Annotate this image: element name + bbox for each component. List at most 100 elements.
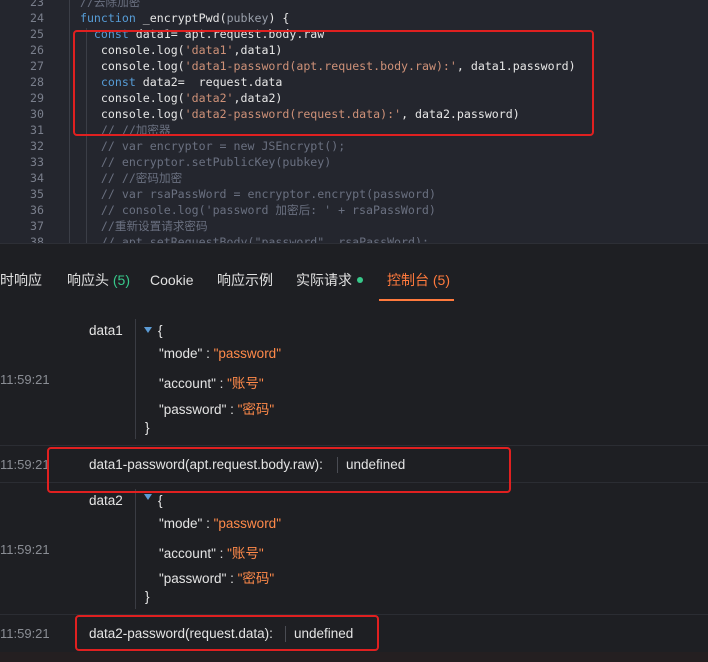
entry-separator — [0, 445, 708, 446]
property-value: "password" — [213, 346, 281, 361]
line-number: 38 — [30, 235, 44, 243]
tab-console[interactable]: 控制台 (5) — [387, 244, 450, 302]
property-key: "account" — [159, 376, 216, 391]
log-timestamp: 11:59:21 — [0, 372, 50, 387]
property-key: "mode" — [159, 516, 203, 531]
code-text: function _encryptPwd(pubkey) { — [66, 10, 289, 26]
collapse-toggle-icon[interactable] — [144, 494, 152, 500]
status-dot-icon — [357, 277, 363, 284]
annotation-highlight-box — [47, 447, 511, 493]
tab-response-headers[interactable]: 响应头 (5) — [67, 244, 130, 302]
line-number: 31 — [30, 123, 44, 137]
code-line[interactable]: 24 function _encryptPwd(pubkey) { — [0, 10, 708, 26]
object-open-brace: { — [158, 323, 163, 338]
column-divider — [135, 319, 136, 439]
object-property: "mode" : "password" — [159, 346, 281, 361]
property-value: "账号" — [227, 376, 264, 391]
tab-realtime-response[interactable]: 时响应 — [0, 244, 42, 302]
log-label: data2 — [89, 493, 123, 508]
property-key: "account" — [159, 546, 216, 561]
line-number: 28 — [30, 75, 44, 89]
code-line[interactable]: 37 //重新设置请求密码 — [0, 218, 708, 234]
object-close-brace: } — [145, 420, 150, 435]
object-property: "account" : "账号" — [159, 372, 264, 392]
tab-label: 实际请求 — [296, 272, 352, 288]
property-key: "password" — [159, 571, 227, 586]
column-divider — [135, 489, 136, 609]
code-token: _encryptPwd( — [135, 11, 227, 25]
tab-count-badge: (5) — [112, 272, 131, 288]
code-token: // var encryptor = new JSEncrypt(); — [66, 139, 346, 153]
property-separator: : — [202, 516, 214, 531]
line-number: 35 — [30, 187, 44, 201]
code-line[interactable]: 38 // apt.setRequestBody("password", rsa… — [0, 234, 708, 243]
object-property: "password" : "密码" — [159, 567, 274, 587]
code-line[interactable]: 23 //去除加密 — [0, 0, 708, 10]
log-timestamp: 11:59:21 — [0, 626, 50, 641]
code-text: //重新设置请求密码 — [66, 218, 208, 234]
object-close-brace: } — [145, 589, 150, 604]
log-timestamp: 11:59:21 — [0, 542, 50, 557]
tab-label: 响应示例 — [217, 272, 273, 288]
code-token: // apt.setRequestBody("password", rsaPas… — [66, 235, 429, 243]
property-key: "mode" — [159, 346, 203, 361]
code-token: pubkey — [226, 11, 269, 25]
object-property: "mode" : "password" — [159, 516, 281, 531]
line-number: 33 — [30, 155, 44, 169]
log-timestamp: 11:59:21 — [0, 457, 50, 472]
code-line[interactable]: 36 // console.log('password 加密后: ' + rsa… — [0, 202, 708, 218]
code-line[interactable]: 35 // var rsaPassWord = encryptor.encryp… — [0, 186, 708, 202]
property-value: "密码" — [237, 571, 275, 586]
code-token: // console.log('password 加密后: ' + rsaPas… — [66, 203, 436, 217]
object-property: "password" : "密码" — [159, 398, 274, 418]
property-value: "密码" — [237, 402, 275, 417]
tab-actual-request[interactable]: 实际请求 — [296, 244, 363, 302]
line-number: 25 — [30, 27, 44, 41]
line-number: 37 — [30, 219, 44, 233]
log-label: data1 — [89, 323, 123, 338]
tab-label: 响应头 — [67, 272, 109, 288]
code-token: // var rsaPassWord = encryptor.encrypt(p… — [66, 187, 436, 201]
property-separator: : — [226, 402, 238, 417]
property-separator: : — [226, 571, 238, 586]
property-separator: : — [215, 546, 228, 561]
code-text: // console.log('password 加密后: ' + rsaPas… — [66, 202, 436, 218]
line-number: 32 — [30, 139, 44, 153]
code-token: ) { — [268, 11, 290, 25]
response-tab-bar: 时响应 响应头 (5) Cookie 响应示例 实际请求 控制台 (5) — [0, 243, 708, 302]
line-number: 34 — [30, 171, 44, 185]
code-text: // //密码加密 — [66, 170, 182, 186]
tab-label: 时响应 — [0, 272, 42, 288]
code-token: // //密码加密 — [66, 171, 183, 185]
bottom-bar — [0, 652, 708, 662]
code-line[interactable]: 33 // encryptor.setPublicKey(pubkey) — [0, 154, 708, 170]
line-number: 24 — [30, 11, 44, 25]
code-text: // encryptor.setPublicKey(pubkey) — [66, 154, 331, 170]
line-number: 23 — [30, 0, 44, 9]
line-number: 30 — [30, 107, 44, 121]
collapse-toggle-icon[interactable] — [144, 327, 152, 333]
property-value: "账号" — [227, 546, 264, 561]
line-number: 29 — [30, 91, 44, 105]
annotation-highlight-box — [73, 30, 594, 136]
tab-cookie[interactable]: Cookie — [150, 244, 194, 302]
property-separator: : — [215, 376, 228, 391]
code-line[interactable]: 32 // var encryptor = new JSEncrypt(); — [0, 138, 708, 154]
line-number: 27 — [30, 59, 44, 73]
tab-label: 控制台 — [387, 272, 429, 288]
object-open-brace: { — [158, 493, 163, 508]
property-key: "password" — [159, 402, 227, 417]
code-text: // apt.setRequestBody("password", rsaPas… — [66, 234, 429, 243]
code-text: // var rsaPassWord = encryptor.encrypt(p… — [66, 186, 436, 202]
tab-label: Cookie — [150, 272, 194, 288]
line-number: 26 — [30, 43, 44, 57]
annotation-highlight-box — [75, 615, 379, 651]
code-token: // encryptor.setPublicKey(pubkey) — [66, 155, 332, 169]
code-text: //去除加密 — [66, 0, 140, 10]
property-separator: : — [202, 346, 214, 361]
tab-count-badge: (5) — [432, 272, 451, 288]
object-property: "account" : "账号" — [159, 542, 264, 562]
code-line[interactable]: 34 // //密码加密 — [0, 170, 708, 186]
tab-response-example[interactable]: 响应示例 — [217, 244, 273, 302]
code-text: // var encryptor = new JSEncrypt(); — [66, 138, 345, 154]
